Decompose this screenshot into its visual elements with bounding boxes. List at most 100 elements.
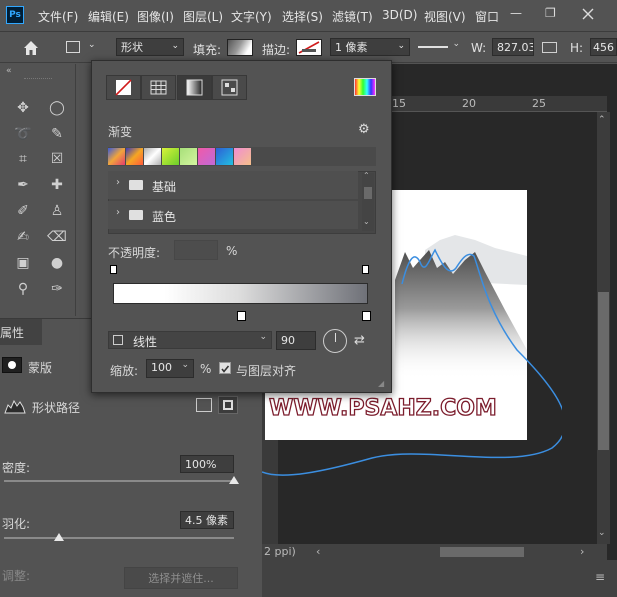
ellipse-marquee-icon[interactable]: ◯ xyxy=(46,97,68,119)
panel-menu-icon[interactable]: ≡ xyxy=(595,570,605,584)
quick-select-icon[interactable]: ✎ xyxy=(46,123,68,145)
menu-filter[interactable]: 滤镜(T) xyxy=(332,8,373,25)
tool-preset-chevron-icon[interactable]: ⌄ xyxy=(88,40,96,50)
scroll-down-icon[interactable]: ⌄ xyxy=(363,217,370,226)
link-dimensions-icon[interactable] xyxy=(542,42,557,53)
gradient-swatch[interactable] xyxy=(162,148,179,165)
gradient-swatch[interactable] xyxy=(144,148,161,165)
gradient-swatch[interactable] xyxy=(126,148,143,165)
eraser-icon[interactable]: ⌫ xyxy=(46,226,68,248)
crop-icon[interactable]: ⌗ xyxy=(12,148,34,170)
mask-label: 蒙版 xyxy=(28,361,53,375)
blur-icon[interactable]: ● xyxy=(46,252,68,274)
history-brush-icon[interactable]: ✍ xyxy=(12,226,34,248)
gradient-swatch[interactable] xyxy=(216,148,233,165)
menu-edit[interactable]: 编辑(E) xyxy=(88,8,129,25)
restore-button[interactable]: ❐ xyxy=(545,6,556,20)
color-picker-icon[interactable] xyxy=(354,78,376,96)
gear-icon[interactable]: ⚙ xyxy=(358,122,370,137)
fill-solid-color-button[interactable] xyxy=(141,75,176,100)
fill-pattern-button[interactable] xyxy=(212,75,247,100)
gradient-swatch[interactable] xyxy=(198,148,215,165)
stroke-none-swatch[interactable] xyxy=(296,39,322,56)
vertical-scroll-thumb[interactable] xyxy=(598,292,609,450)
menu-image[interactable]: 图像(I) xyxy=(137,8,174,25)
preset-list-scrollbar[interactable]: ⌃ ⌄ xyxy=(362,171,374,231)
chevron-right-icon[interactable]: › xyxy=(116,177,120,188)
feather-slider-track[interactable] xyxy=(4,537,234,539)
gradient-icon[interactable]: ▣ xyxy=(12,252,34,274)
brush-icon[interactable]: ✐ xyxy=(12,200,34,222)
menu-type[interactable]: 文字(Y) xyxy=(231,8,272,25)
opacity-stop-left[interactable] xyxy=(110,265,117,274)
close-icon[interactable] xyxy=(578,4,598,24)
menu-view[interactable]: 视图(V) xyxy=(424,8,466,25)
gradient-swatch[interactable] xyxy=(234,148,251,165)
chevron-down-icon: ⌄ xyxy=(452,39,460,49)
fill-swatch[interactable] xyxy=(227,39,253,56)
angle-field[interactable]: 90 xyxy=(276,331,316,350)
feather-slider-thumb[interactable] xyxy=(54,533,64,541)
shape-mode-select[interactable]: 形状 ⌄ xyxy=(116,38,184,56)
lasso-icon[interactable]: ➰ xyxy=(12,123,34,145)
stroke-type-select[interactable]: ⌄ xyxy=(416,38,462,56)
feather-field[interactable]: 4.5 像素 xyxy=(180,511,234,529)
collapse-icon[interactable]: « xyxy=(6,66,12,76)
panel-grip[interactable] xyxy=(24,78,52,80)
scroll-up-icon[interactable]: ⌃ xyxy=(363,171,370,180)
scale-field[interactable]: 100 ⌄ xyxy=(146,359,194,378)
opacity-stop-right[interactable] xyxy=(362,265,369,274)
mask-icon xyxy=(2,357,22,373)
bottom-panel-strip: ≡ xyxy=(262,560,617,597)
gradient-editor-bar[interactable] xyxy=(113,283,368,304)
mask-options-icon[interactable] xyxy=(218,396,238,414)
density-field[interactable]: 100% xyxy=(180,455,234,473)
properties-tab[interactable]: 属性 xyxy=(0,319,42,345)
density-slider-track[interactable] xyxy=(4,480,234,482)
chevron-right-icon[interactable]: › xyxy=(116,207,120,218)
ruler-tick-label: 25 xyxy=(532,97,546,110)
folder-row[interactable]: › 基础 xyxy=(108,171,358,199)
menu-3d[interactable]: 3D(D) xyxy=(382,8,417,22)
add-mask-icon[interactable] xyxy=(196,398,212,412)
scroll-down-icon[interactable]: ⌄ xyxy=(598,528,606,538)
gradient-style-select[interactable]: 线性 ⌄ xyxy=(108,331,272,349)
horizontal-scroll-thumb[interactable] xyxy=(440,547,524,557)
scroll-right-icon[interactable]: › xyxy=(580,545,584,558)
gradient-swatch[interactable] xyxy=(108,148,125,165)
width-field[interactable]: 827.03 xyxy=(492,38,534,56)
reverse-gradient-icon[interactable]: ⇄ xyxy=(354,333,365,348)
rectangle-tool-icon[interactable] xyxy=(66,41,80,53)
scroll-up-icon[interactable]: ⌃ xyxy=(598,115,606,125)
home-icon[interactable] xyxy=(22,39,40,57)
opacity-field[interactable] xyxy=(174,240,218,260)
pen-icon[interactable]: ✑ xyxy=(46,278,68,300)
scroll-left-icon[interactable]: ‹ xyxy=(316,545,320,558)
gradient-swatch[interactable] xyxy=(180,148,197,165)
move-icon[interactable]: ✥ xyxy=(12,97,34,119)
select-and-mask-button[interactable]: 选择并遮住... xyxy=(124,567,238,589)
fill-none-button[interactable] xyxy=(106,75,141,100)
clone-stamp-icon[interactable]: ♙ xyxy=(46,200,68,222)
align-with-layer-checkbox[interactable] xyxy=(219,362,231,374)
vertical-scrollbar[interactable]: ⌃ ⌄ xyxy=(597,112,610,544)
menu-file[interactable]: 文件(F) xyxy=(38,8,78,25)
preset-scroll-thumb[interactable] xyxy=(364,187,372,199)
angle-dial[interactable] xyxy=(323,329,347,353)
resize-grip-icon[interactable]: ◢ xyxy=(378,379,384,388)
healing-brush-icon[interactable]: ✚ xyxy=(46,174,68,196)
menu-layer[interactable]: 图层(L) xyxy=(183,8,223,25)
dodge-icon[interactable]: ⚲ xyxy=(12,278,34,300)
menu-window[interactable]: 窗口 xyxy=(475,8,499,25)
height-field[interactable]: 456 xyxy=(590,38,617,56)
color-stop-midpoint[interactable] xyxy=(237,311,246,321)
minimize-button[interactable]: — xyxy=(510,6,522,20)
frame-icon[interactable]: ☒ xyxy=(46,148,68,170)
fill-gradient-button[interactable] xyxy=(177,75,212,100)
stroke-width-field[interactable]: 1 像素 ⌄ xyxy=(330,38,410,56)
menu-select[interactable]: 选择(S) xyxy=(282,8,323,25)
eyedropper-icon[interactable]: ✒ xyxy=(12,174,34,196)
density-slider-thumb[interactable] xyxy=(229,476,239,484)
folder-row[interactable]: › 蓝色 xyxy=(108,201,358,229)
color-stop-right[interactable] xyxy=(362,311,371,321)
